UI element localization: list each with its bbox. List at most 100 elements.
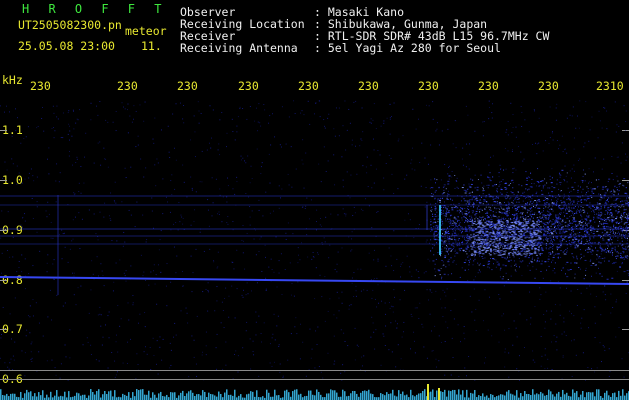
noise-speck (104, 202, 106, 204)
meteor-core (485, 231, 488, 233)
noise-level-bars (0, 384, 629, 400)
meteor-echo (447, 227, 449, 229)
meteor-echo (599, 245, 601, 247)
noise-speck (351, 139, 353, 141)
noise-speck (304, 208, 306, 210)
noise-speck (285, 232, 287, 234)
meteor-echo (468, 200, 471, 202)
noise-speck (92, 273, 94, 275)
meteor-echo (554, 220, 556, 222)
meteor-echo (602, 222, 604, 224)
noise-speck (234, 353, 236, 355)
noise-speck (515, 126, 517, 128)
meteor-echo (430, 209, 432, 211)
noise-speck (155, 363, 157, 365)
meteor-core (518, 253, 521, 255)
noise-speck (73, 294, 75, 296)
meteor-echo (435, 190, 437, 192)
meteor-echo (626, 227, 628, 229)
noise-speck (614, 101, 616, 103)
meteor-echo (612, 219, 614, 221)
noise-speck (305, 375, 307, 377)
meteor-echo (601, 275, 603, 277)
noise-speck (18, 260, 20, 262)
noise-speck (180, 214, 182, 216)
meteor-echo (623, 208, 625, 210)
noise-speck (236, 131, 238, 133)
meteor-echo (596, 258, 598, 260)
noise-speck (447, 190, 449, 192)
meteor-echo (490, 214, 492, 216)
meteor-echo (587, 216, 589, 218)
meteor-echo (624, 211, 626, 213)
meteor-echo (490, 216, 492, 218)
noise-speck (351, 282, 353, 284)
noise-speck (436, 128, 438, 130)
meteor-core (485, 223, 488, 225)
meteor-echo (583, 212, 585, 214)
meteor-echo (541, 211, 543, 213)
noise-speck (589, 285, 591, 287)
noise-speck (232, 188, 234, 190)
meteor-echo (544, 203, 546, 205)
meteor-echo (457, 210, 459, 212)
meteor-echo (531, 210, 533, 212)
meteor-echo (434, 208, 437, 210)
noise-bar (424, 389, 426, 400)
meteor-echo (566, 208, 568, 210)
noise-speck (555, 323, 557, 325)
meteor-echo (563, 205, 565, 207)
noise-speck (24, 178, 26, 180)
meteor-echo (586, 220, 588, 222)
noise-speck (227, 185, 229, 187)
meteor-echo (562, 239, 564, 241)
meteor-echo (608, 219, 610, 221)
meteor-echo (445, 214, 447, 216)
noise-speck (37, 125, 39, 127)
noise-speck (366, 289, 368, 291)
meteor-echo (623, 185, 625, 187)
meteor-echo (434, 205, 436, 207)
noise-speck (223, 327, 225, 329)
noise-speck (85, 132, 87, 134)
noise-speck (249, 182, 251, 184)
meteor-echo (498, 263, 500, 265)
meteor-echo (546, 210, 548, 212)
meteor-echo (553, 244, 555, 246)
noise-speck (250, 290, 252, 292)
noise-speck (334, 135, 336, 137)
meteor-echo (446, 207, 448, 209)
noise-speck (110, 192, 112, 194)
meteor-echo (607, 181, 609, 183)
noise-bar (238, 395, 240, 400)
meteor-echo (497, 236, 500, 238)
meteor-echo (434, 178, 436, 180)
meteor-echo (569, 269, 572, 271)
noise-speck (125, 280, 127, 282)
noise-speck (16, 165, 18, 167)
noise-speck (563, 321, 565, 323)
meteor-echo (565, 207, 567, 209)
noise-speck (170, 364, 172, 366)
noise-speck (149, 346, 151, 348)
noise-speck (47, 254, 49, 256)
meteor-core (531, 246, 534, 248)
noise-speck (404, 178, 406, 180)
noise-speck (168, 151, 170, 153)
noise-speck (447, 327, 449, 329)
noise-speck (451, 176, 453, 178)
noise-speck (8, 111, 10, 113)
meteor-core (478, 251, 481, 253)
noise-speck (167, 201, 169, 203)
meteor-echo (518, 219, 520, 221)
noise-speck (97, 239, 99, 241)
noise-speck (124, 275, 126, 277)
noise-speck (441, 265, 443, 267)
meteor-echo (467, 256, 469, 258)
noise-bar (404, 395, 406, 400)
meteor-echo (559, 240, 561, 242)
noise-speck (510, 265, 512, 267)
noise-speck (592, 171, 594, 173)
meteor-echo (470, 244, 472, 246)
meteor-echo (447, 193, 449, 195)
